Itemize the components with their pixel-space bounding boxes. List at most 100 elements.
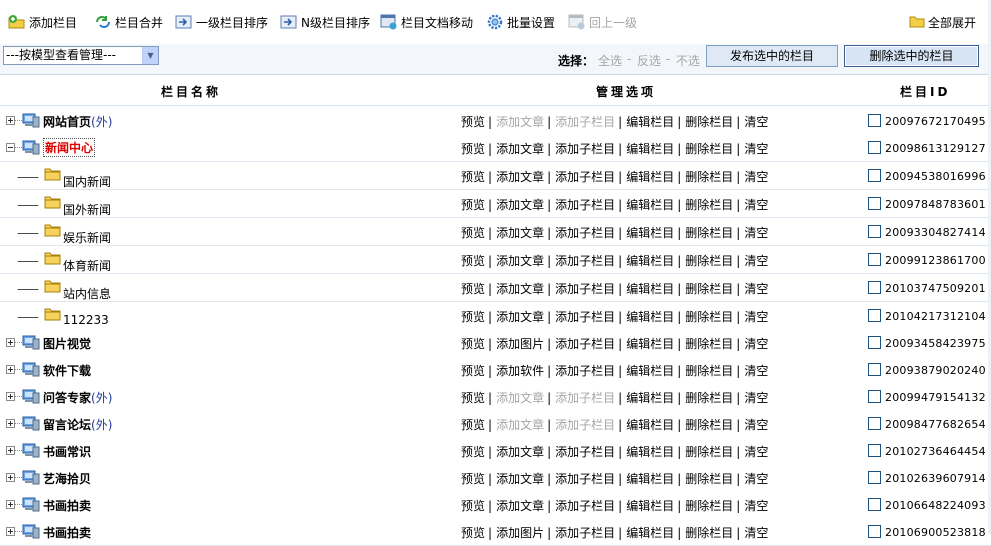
- op-link[interactable]: 清空: [744, 337, 768, 351]
- op-link[interactable]: 添加子栏目: [555, 115, 615, 129]
- back-up-button[interactable]: 回上一级: [568, 13, 637, 31]
- op-link[interactable]: 清空: [744, 198, 768, 212]
- op-link[interactable]: 预览: [461, 170, 485, 184]
- op-link[interactable]: 编辑栏目: [626, 499, 674, 513]
- op-link[interactable]: 添加子栏目: [555, 226, 615, 240]
- op-link[interactable]: 添加文章: [496, 115, 544, 129]
- op-link[interactable]: 删除栏目: [685, 418, 733, 432]
- op-link[interactable]: 预览: [461, 254, 485, 268]
- op-link[interactable]: 编辑栏目: [626, 198, 674, 212]
- op-link[interactable]: 删除栏目: [685, 445, 733, 459]
- op-link[interactable]: 编辑栏目: [626, 337, 674, 351]
- op-link[interactable]: 编辑栏目: [626, 115, 674, 129]
- category-name[interactable]: 图片视觉: [43, 335, 91, 352]
- row-checkbox[interactable]: [868, 471, 881, 484]
- op-link[interactable]: 添加子栏目: [555, 526, 615, 540]
- op-link[interactable]: 删除栏目: [685, 254, 733, 268]
- op-link[interactable]: 清空: [744, 391, 768, 405]
- op-link[interactable]: 添加文章: [496, 499, 544, 513]
- op-link[interactable]: 删除栏目: [685, 526, 733, 540]
- op-link[interactable]: 添加子栏目: [555, 337, 615, 351]
- op-link[interactable]: 预览: [461, 526, 485, 540]
- row-checkbox[interactable]: [868, 253, 881, 266]
- category-name[interactable]: 留言论坛(外): [43, 416, 112, 433]
- op-link[interactable]: 清空: [744, 364, 768, 378]
- op-link[interactable]: 编辑栏目: [626, 142, 674, 156]
- op-link[interactable]: 添加图片: [496, 337, 544, 351]
- row-checkbox[interactable]: [868, 281, 881, 294]
- row-checkbox[interactable]: [868, 114, 881, 127]
- op-link[interactable]: 添加文章: [496, 445, 544, 459]
- subcategory-name[interactable]: 国内新闻: [63, 173, 111, 190]
- op-link[interactable]: 预览: [461, 282, 485, 296]
- row-checkbox[interactable]: [868, 141, 881, 154]
- op-link[interactable]: 清空: [744, 472, 768, 486]
- op-link[interactable]: 清空: [744, 115, 768, 129]
- op-link[interactable]: 添加文章: [496, 226, 544, 240]
- op-link[interactable]: 预览: [461, 115, 485, 129]
- op-link[interactable]: 添加子栏目: [555, 170, 615, 184]
- add-column-button[interactable]: 添加栏目: [8, 13, 77, 31]
- op-link[interactable]: 编辑栏目: [626, 282, 674, 296]
- op-link[interactable]: 添加子栏目: [555, 282, 615, 296]
- row-checkbox[interactable]: [868, 363, 881, 376]
- op-link[interactable]: 添加子栏目: [555, 418, 615, 432]
- op-link[interactable]: 添加软件: [496, 364, 544, 378]
- op-link[interactable]: 删除栏目: [685, 391, 733, 405]
- op-link[interactable]: 添加子栏目: [555, 310, 615, 324]
- category-name[interactable]: 书画拍卖: [43, 497, 91, 514]
- row-checkbox[interactable]: [868, 390, 881, 403]
- category-name[interactable]: 问答专家(外): [43, 389, 112, 406]
- sort-n-level-button[interactable]: N级栏目排序: [280, 13, 370, 31]
- op-link[interactable]: 添加文章: [496, 418, 544, 432]
- op-link[interactable]: 添加文章: [496, 310, 544, 324]
- op-link[interactable]: 添加子栏目: [555, 391, 615, 405]
- row-checkbox[interactable]: [868, 336, 881, 349]
- op-link[interactable]: 预览: [461, 142, 485, 156]
- op-link[interactable]: 添加文章: [496, 142, 544, 156]
- subcategory-name[interactable]: 站内信息: [63, 285, 111, 302]
- row-checkbox[interactable]: [868, 169, 881, 182]
- op-link[interactable]: 添加文章: [496, 472, 544, 486]
- row-checkbox[interactable]: [868, 444, 881, 457]
- category-name[interactable]: 书画拍卖: [43, 524, 91, 541]
- subcategory-name[interactable]: 国外新闻: [63, 201, 111, 218]
- op-link[interactable]: 编辑栏目: [626, 226, 674, 240]
- op-link[interactable]: 清空: [744, 226, 768, 240]
- row-checkbox[interactable]: [868, 498, 881, 511]
- row-checkbox[interactable]: [868, 525, 881, 538]
- category-name[interactable]: 网站首页(外): [43, 113, 112, 130]
- op-link[interactable]: 删除栏目: [685, 226, 733, 240]
- op-link[interactable]: 删除栏目: [685, 364, 733, 378]
- row-checkbox[interactable]: [868, 417, 881, 430]
- op-link[interactable]: 清空: [744, 282, 768, 296]
- op-link[interactable]: 添加文章: [496, 282, 544, 296]
- op-link[interactable]: 预览: [461, 418, 485, 432]
- op-link[interactable]: 清空: [744, 254, 768, 268]
- category-name[interactable]: 软件下载: [43, 362, 91, 379]
- subcategory-name[interactable]: 112233: [63, 313, 109, 327]
- op-link[interactable]: 编辑栏目: [626, 364, 674, 378]
- op-link[interactable]: 添加子栏目: [555, 142, 615, 156]
- op-link[interactable]: 预览: [461, 226, 485, 240]
- op-link[interactable]: 删除栏目: [685, 198, 733, 212]
- expand-all-button[interactable]: 全部展开: [909, 13, 976, 31]
- op-link[interactable]: 清空: [744, 499, 768, 513]
- op-link[interactable]: 编辑栏目: [626, 418, 674, 432]
- op-link[interactable]: 预览: [461, 337, 485, 351]
- batch-settings-button[interactable]: 批量设置: [486, 13, 555, 31]
- op-link[interactable]: 清空: [744, 310, 768, 324]
- op-link[interactable]: 预览: [461, 445, 485, 459]
- op-link[interactable]: 预览: [461, 391, 485, 405]
- select-all-link[interactable]: 全选: [598, 52, 622, 69]
- row-checkbox[interactable]: [868, 225, 881, 238]
- category-name[interactable]: 艺海拾贝: [43, 470, 91, 487]
- op-link[interactable]: 删除栏目: [685, 337, 733, 351]
- subcategory-name[interactable]: 体育新闻: [63, 257, 111, 274]
- op-link[interactable]: 添加子栏目: [555, 364, 615, 378]
- op-link[interactable]: 编辑栏目: [626, 526, 674, 540]
- op-link[interactable]: 添加子栏目: [555, 445, 615, 459]
- merge-columns-button[interactable]: 栏目合并: [94, 13, 163, 31]
- row-checkbox[interactable]: [868, 309, 881, 322]
- op-link[interactable]: 预览: [461, 364, 485, 378]
